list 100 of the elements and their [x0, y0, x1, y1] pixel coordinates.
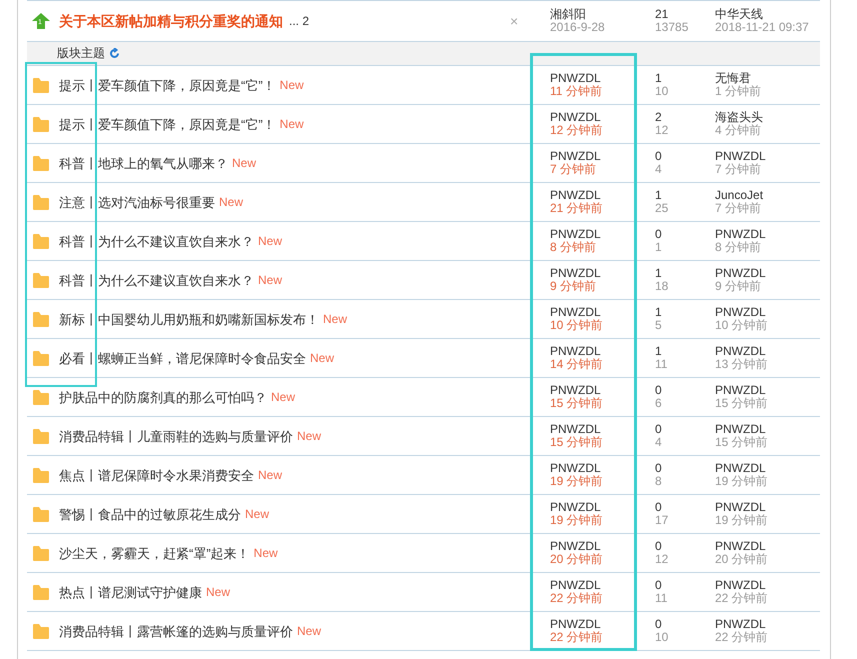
reply-count: 2 — [655, 111, 663, 124]
last-poster[interactable]: PNWZDL — [715, 306, 820, 319]
reply-count: 0 — [655, 150, 663, 163]
page-link[interactable]: ... 2 — [289, 14, 310, 28]
last-post-time: 1 分钟前 — [715, 85, 762, 98]
author-name[interactable]: PNWZDL — [550, 462, 640, 475]
new-label: New — [323, 312, 348, 326]
new-label: New — [258, 468, 282, 482]
thread-title[interactable]: 新标丨中国婴幼儿用奶瓶和奶嘴新国标发布！ — [59, 312, 319, 326]
view-count: 8 — [655, 475, 663, 488]
new-label: New — [206, 586, 230, 598]
thread-title[interactable]: 消费品特辑丨儿童雨鞋的选购与质量评价 — [59, 428, 293, 444]
post-time: 9 分钟前 — [550, 280, 598, 293]
view-count: 13785 — [655, 21, 690, 34]
thread-title[interactable]: 沙尘天，雾霾天，赶紧“罩”起来！ — [59, 546, 250, 560]
folder-icon — [32, 76, 50, 94]
folder-icon — [32, 622, 50, 640]
thread-title[interactable]: 科普丨为什么不建议直饮自来水？ — [59, 234, 254, 248]
view-count: 5 — [655, 319, 663, 332]
last-poster[interactable]: PNWZDL — [715, 501, 820, 514]
thread-title[interactable]: 消费品特辑丨露营帐篷的选购与质量评价 — [59, 624, 293, 638]
last-poster[interactable]: PNWZDL — [715, 150, 820, 163]
last-post-time: 22 分钟前 — [715, 631, 769, 644]
reply-count: 1 — [655, 306, 663, 319]
author-name[interactable]: 湘斜阳 — [550, 8, 640, 21]
post-time: 20 分钟前 — [550, 553, 604, 566]
last-post-time: 7 分钟前 — [715, 202, 762, 215]
author-name[interactable]: PNWZDL — [550, 111, 640, 124]
author-name[interactable]: PNWZDL — [550, 72, 640, 85]
post-time: 15 分钟前 — [550, 436, 604, 449]
post-time: 22 分钟前 — [550, 631, 604, 644]
last-poster[interactable]: PNWZDL — [715, 618, 820, 631]
view-count: 1 — [655, 241, 663, 254]
folder-icon — [32, 544, 50, 562]
folder-icon — [32, 584, 50, 600]
new-label: New — [258, 274, 282, 286]
thread-title[interactable]: 必看丨螺蛳正当鲜，谱尼保障时令食品安全 — [59, 350, 306, 366]
author-name[interactable]: PNWZDL — [550, 423, 640, 436]
last-poster[interactable]: PNWZDL — [715, 345, 820, 358]
sticky-thread-title[interactable]: 关于本区新帖加精与积分重奖的通知 — [59, 13, 283, 29]
author-name[interactable]: PNWZDL — [550, 345, 640, 358]
thread-title[interactable]: 提示丨爱车颜值下降，原因竟是“它”！ — [59, 116, 276, 132]
last-poster[interactable]: PNWZDL — [715, 423, 820, 436]
last-post-time: 20 分钟前 — [715, 553, 769, 566]
author-name[interactable]: PNWZDL — [550, 189, 640, 202]
reply-count: 1 — [655, 189, 663, 202]
last-poster[interactable]: JuncoJet — [715, 189, 820, 202]
section-label: 版块主题 — [57, 47, 105, 60]
new-label: New — [219, 196, 244, 208]
folder-icon — [32, 232, 50, 250]
thread-title[interactable]: 注意丨选对汽油标号很重要 — [59, 194, 215, 210]
new-label: New — [297, 624, 322, 638]
last-poster[interactable]: PNWZDL — [715, 228, 820, 241]
refresh-icon[interactable] — [109, 48, 120, 59]
thread-title[interactable]: 提示丨爱车颜值下降，原因竟是“它”！ — [59, 78, 276, 92]
last-poster[interactable]: PNWZDL — [715, 267, 820, 280]
author-name[interactable]: PNWZDL — [550, 306, 640, 319]
thread-title[interactable]: 焦点丨谱尼保障时令水果消费安全 — [59, 468, 254, 482]
thread-title[interactable]: 护肤品中的防腐剂真的那么可怕吗？ — [59, 390, 267, 404]
post-time: 19 分钟前 — [550, 514, 604, 527]
reply-count: 0 — [655, 384, 663, 397]
last-post-time: 19 分钟前 — [715, 514, 769, 527]
folder-icon — [32, 194, 50, 210]
last-poster[interactable]: PNWZDL — [715, 384, 820, 397]
reply-count: 0 — [655, 228, 663, 241]
last-poster[interactable]: 海盗头头 — [715, 111, 820, 124]
thread-title[interactable]: 科普丨地球上的氧气从哪来？ — [59, 156, 228, 170]
last-post-time: 2018-11-21 09:37 — [715, 21, 810, 34]
last-post-time: 19 分钟前 — [715, 475, 769, 488]
last-poster[interactable]: 中华天线 — [715, 8, 820, 21]
reply-count: 0 — [655, 540, 663, 553]
reply-count: 21 — [655, 8, 670, 21]
author-name[interactable]: PNWZDL — [550, 618, 640, 631]
thread-title[interactable]: 警惕丨食品中的过敏原花生成分 — [59, 506, 241, 522]
last-poster[interactable]: PNWZDL — [715, 579, 820, 592]
thread-title[interactable]: 科普丨为什么不建议直饮自来水？ — [59, 272, 254, 288]
author-name[interactable]: PNWZDL — [550, 384, 640, 397]
new-label: New — [232, 156, 256, 170]
view-count: 6 — [655, 397, 663, 410]
author-name[interactable]: PNWZDL — [550, 267, 640, 280]
new-label: New — [245, 508, 270, 520]
thread-title[interactable]: 热点丨谱尼测试守护健康 — [59, 584, 202, 600]
last-poster[interactable]: PNWZDL — [715, 462, 820, 475]
reply-count: 1 — [655, 267, 663, 280]
last-poster[interactable]: 无悔君 — [715, 72, 820, 85]
reply-count: 0 — [655, 423, 663, 436]
view-count: 12 — [655, 124, 670, 137]
author-name[interactable]: PNWZDL — [550, 228, 640, 241]
last-poster[interactable]: PNWZDL — [715, 540, 820, 553]
folder-icon — [32, 388, 50, 406]
folder-icon — [32, 272, 50, 288]
author-name[interactable]: PNWZDL — [550, 540, 640, 553]
folder-icon — [32, 310, 50, 328]
last-post-time: 22 分钟前 — [715, 592, 769, 605]
author-name[interactable]: PNWZDL — [550, 579, 640, 592]
author-name[interactable]: PNWZDL — [550, 501, 640, 514]
folder-icon — [32, 466, 50, 484]
last-post-time: 15 分钟前 — [715, 436, 769, 449]
author-name[interactable]: PNWZDL — [550, 150, 640, 163]
view-count: 4 — [655, 163, 663, 176]
